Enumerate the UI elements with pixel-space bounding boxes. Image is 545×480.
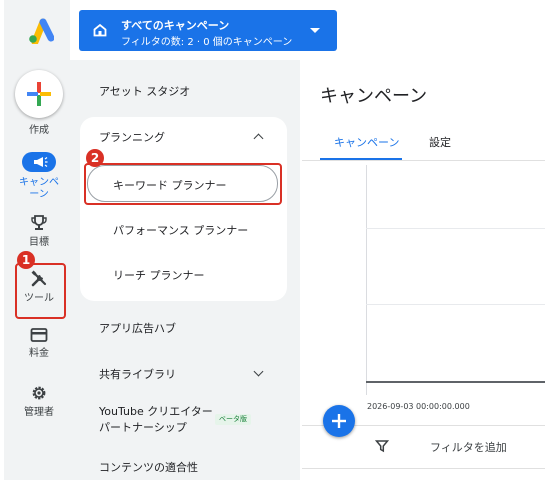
asset-studio-link[interactable]: アセット スタジオ bbox=[99, 83, 190, 99]
gear-icon bbox=[32, 386, 46, 400]
credit-card-icon bbox=[30, 328, 48, 342]
rail-label-billing: 料金 bbox=[29, 348, 49, 359]
step-badge-2: 2 bbox=[86, 149, 104, 167]
tab-campaigns[interactable]: キャンペーン bbox=[334, 134, 399, 150]
trophy-icon bbox=[31, 215, 47, 230]
filter-icon[interactable] bbox=[375, 439, 389, 453]
filter-bottom-divider bbox=[302, 468, 545, 469]
google-ads-logo[interactable] bbox=[26, 18, 54, 44]
rail-item-billing[interactable]: 料金 bbox=[4, 327, 74, 360]
content-suitability-link[interactable]: コンテンツの適合性 bbox=[99, 459, 198, 475]
plus-icon bbox=[27, 82, 51, 106]
tabs-divider bbox=[302, 160, 545, 161]
add-filter-button[interactable]: フィルタを追加 bbox=[430, 439, 507, 455]
chart-gridline bbox=[366, 228, 545, 229]
app-ad-hub-link[interactable]: アプリ広告ハブ bbox=[99, 320, 176, 336]
rail-label-admin: 管理者 bbox=[24, 407, 54, 418]
campaign-selector[interactable]: すべてのキャンペーン フィルタの数: 2 · 0 個のキャンペーン bbox=[79, 10, 337, 51]
rail-label-campaigns: キャンペーン bbox=[19, 177, 59, 200]
shared-library-header[interactable]: 共有ライブラリ bbox=[99, 366, 176, 382]
rail-item-goals[interactable]: 目標 bbox=[4, 214, 74, 249]
campaign-selector-title: すべてのキャンペーン bbox=[121, 19, 230, 32]
performance-planner-link[interactable]: パフォーマンス プランナー bbox=[113, 222, 248, 238]
chart-gridline bbox=[366, 304, 545, 305]
tab-settings[interactable]: 設定 bbox=[429, 134, 451, 150]
home-icon bbox=[93, 23, 107, 37]
megaphone-icon bbox=[22, 152, 56, 172]
rail-label-goals: 目標 bbox=[29, 237, 49, 248]
step-badge-1: 1 bbox=[17, 251, 35, 269]
youtube-partnership-link[interactable]: YouTube クリエイター パートナーシップ bbox=[99, 404, 214, 436]
rail-item-admin[interactable]: 管理者 bbox=[4, 384, 74, 419]
tools-highlight bbox=[15, 263, 66, 319]
page-title: キャンペーン bbox=[320, 86, 428, 107]
campaign-selector-subtitle: フィルタの数: 2 · 0 個のキャンペーン bbox=[121, 37, 293, 48]
create-label: 作成 bbox=[29, 125, 49, 136]
chart-axis bbox=[366, 381, 545, 383]
keyword-planner-highlight bbox=[84, 163, 282, 205]
add-campaign-fab[interactable] bbox=[323, 405, 355, 437]
create-button[interactable] bbox=[15, 70, 63, 118]
chart-area bbox=[366, 165, 545, 395]
planning-header[interactable]: プランニング bbox=[99, 129, 165, 145]
plus-icon bbox=[332, 414, 346, 428]
reach-planner-link[interactable]: リーチ プランナー bbox=[113, 267, 205, 283]
chevron-down-icon bbox=[310, 28, 320, 33]
rail-item-campaigns[interactable]: キャンペーン bbox=[4, 152, 74, 201]
beta-badge: ベータ版 bbox=[215, 414, 251, 425]
chart-date-label: 2026-09-03 00:00:00.000 bbox=[367, 402, 470, 411]
